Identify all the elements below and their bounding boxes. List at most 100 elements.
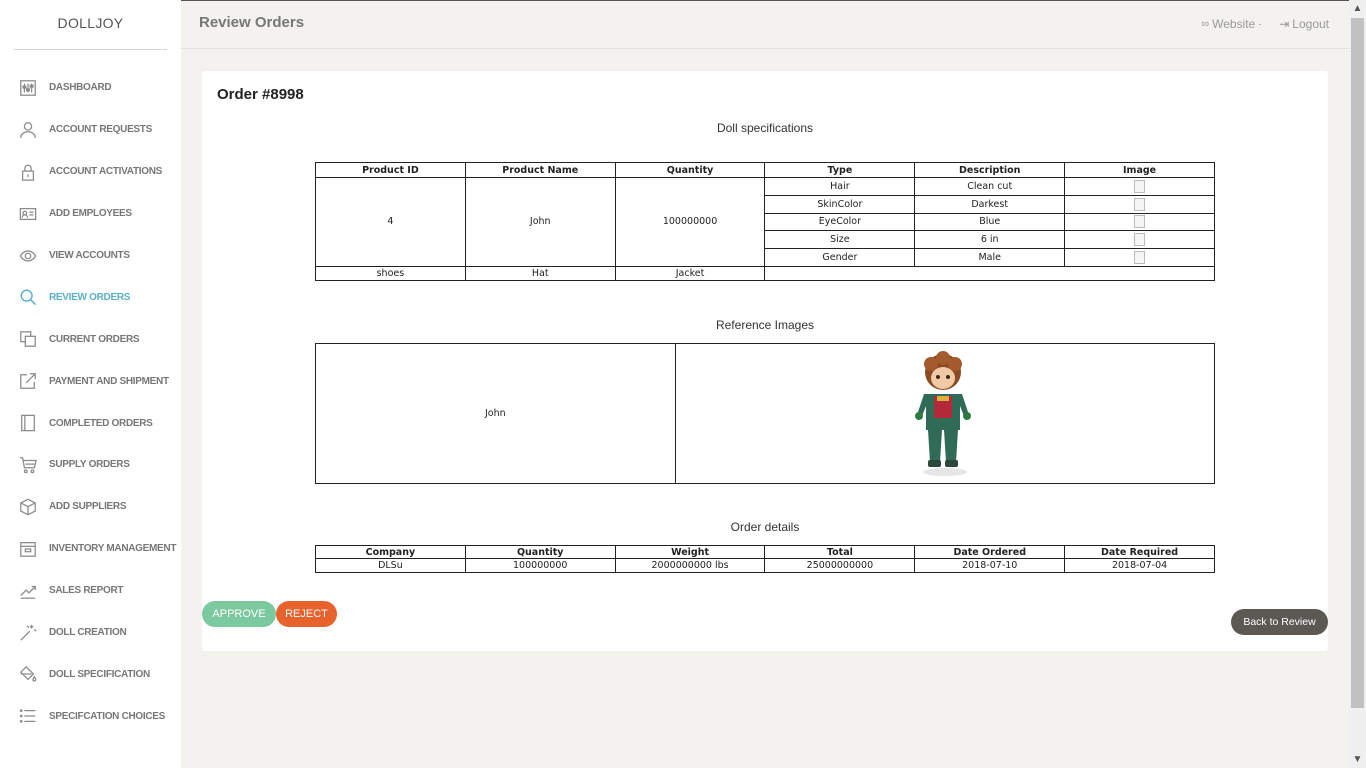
column-header: Date Ordered xyxy=(914,545,1066,559)
reference-section-title: Reference Images xyxy=(715,318,815,332)
order-card: Order #8998 Doll specifications Product … xyxy=(202,71,1328,651)
website-label: Website xyxy=(1212,17,1256,31)
column-header: Description xyxy=(914,162,1066,178)
scroll-down-arrow-icon[interactable]: ▼ xyxy=(1349,751,1366,768)
table-row: shoes Hat Jacket xyxy=(315,265,1215,281)
spec-image-cell xyxy=(1064,248,1215,267)
column-header: Weight xyxy=(614,545,766,559)
spec-description-cell: 6 in xyxy=(914,230,1066,250)
extra-item-cell: Hat xyxy=(464,265,616,281)
sidebar-item-doll-specification[interactable]: DOLL SPECIFICATION xyxy=(0,653,181,695)
sidebar-item-account-activations[interactable]: ACCOUNT ACTIVATIONS xyxy=(0,151,181,193)
spec-type-cell: SkinColor xyxy=(764,194,916,214)
broken-image-icon xyxy=(1134,197,1146,211)
sidebar-item-label: SPECIFCATION CHOICES xyxy=(49,710,166,722)
sidebar-item-label: VIEW ACCOUNTS xyxy=(49,250,130,261)
sidebar-item-sales-report[interactable]: SALES REPORT xyxy=(0,570,181,612)
copy-icon xyxy=(18,329,38,349)
details-section-title: Order details xyxy=(730,520,800,534)
sidebar-item-label: SUPPLY ORDERS xyxy=(49,459,130,471)
column-header: Image xyxy=(1064,162,1215,178)
spec-type-cell: Gender xyxy=(764,248,916,267)
sidebar: DOLLJOY DASHBOARD ACCOUNT REQUESTS ACCOU… xyxy=(0,0,192,768)
column-header: Total xyxy=(764,545,916,559)
quantity-cell: 100000000 xyxy=(614,177,766,267)
sidebar-item-dashboard[interactable]: DASHBOARD xyxy=(0,67,181,109)
sidebar-item-review-orders[interactable]: REVIEW ORDERS xyxy=(0,276,192,318)
eye-icon xyxy=(18,246,38,266)
sidebar-item-inventory-management[interactable]: INVENTORY MANAGEMENT xyxy=(0,528,181,570)
column-header: Product Name xyxy=(464,162,616,178)
spec-type-cell: Size xyxy=(764,230,916,250)
company-cell: DLSu xyxy=(315,558,466,573)
empty-cell xyxy=(764,265,1215,281)
sidebar-item-supply-orders[interactable]: SUPPLY ORDERS xyxy=(0,444,181,486)
website-link[interactable]: ∞ Website - xyxy=(1201,17,1261,31)
logout-link[interactable]: ⇥ Logout xyxy=(1279,17,1329,31)
spec-image-cell xyxy=(1064,212,1215,232)
sidebar-item-specification-choices[interactable]: SPECIFCATION CHOICES xyxy=(0,695,181,737)
extra-item-cell: Jacket xyxy=(614,265,766,281)
broken-image-icon xyxy=(1134,215,1146,229)
external-link-icon xyxy=(18,371,38,391)
sidebar-item-label: ADD SUPPLIERS xyxy=(49,501,127,513)
sidebar-item-add-employees[interactable]: ADD EMPLOYEES xyxy=(0,193,181,235)
column-header: Type xyxy=(764,162,916,178)
spec-image-cell xyxy=(1064,177,1215,196)
sidebar-item-doll-creation[interactable]: DOLL CREATION xyxy=(0,612,181,654)
doll-image xyxy=(914,350,971,476)
quantity-cell: 100000000 xyxy=(464,558,616,573)
broken-image-icon xyxy=(1134,179,1146,193)
cart-icon xyxy=(18,455,38,475)
spec-type-cell: EyeColor xyxy=(764,212,916,232)
sidebar-item-label: SALES REPORT xyxy=(49,585,124,597)
id-card-icon xyxy=(18,204,38,224)
column-header: Product ID xyxy=(315,162,466,178)
weight-cell: 2000000000 lbs xyxy=(614,558,766,573)
table-row: DLSu 100000000 2000000000 lbs 2500000000… xyxy=(315,558,1215,573)
sidebar-item-completed-orders[interactable]: COMPLETED ORDERS xyxy=(0,402,181,444)
table-row: John xyxy=(315,343,1216,484)
spec-description-cell: Clean cut xyxy=(914,177,1066,196)
sidebar-item-view-accounts[interactable]: VIEW ACCOUNTS xyxy=(0,235,181,277)
sidebar-item-label: CURRENT ORDERS xyxy=(49,333,140,345)
sidebar-item-label: PAYMENT AND SHIPMENT xyxy=(49,375,169,387)
order-details-table: Company Quantity Weight Total Date Order… xyxy=(315,545,1215,573)
sidebar-item-label: ACCOUNT REQUESTS xyxy=(49,124,152,136)
spec-description-cell: Male xyxy=(914,248,1066,267)
reference-name-cell: John xyxy=(315,343,676,484)
sidebar-item-current-orders[interactable]: CURRENT ORDERS xyxy=(0,318,181,360)
sidebar-item-payment-and-shipment[interactable]: PAYMENT AND SHIPMENT xyxy=(0,360,181,402)
dashboard-icon xyxy=(18,78,38,98)
approve-button[interactable]: APPROVE xyxy=(202,601,276,627)
spec-description-cell: Darkest xyxy=(914,194,1066,214)
total-cell: 25000000000 xyxy=(764,558,916,573)
sidebar-item-add-suppliers[interactable]: ADD SUPPLIERS xyxy=(0,486,181,528)
spec-description-cell: Blue xyxy=(914,212,1066,232)
box-icon xyxy=(18,497,38,517)
user-icon xyxy=(18,120,38,140)
book-icon xyxy=(18,413,38,433)
spec-section-title: Doll specifications xyxy=(716,121,814,135)
reject-button[interactable]: REJECT xyxy=(276,601,337,627)
sidebar-item-label: ADD EMPLOYEES xyxy=(49,208,132,220)
column-header: Quantity xyxy=(614,162,766,178)
link-icon: ∞ xyxy=(1201,18,1210,30)
magic-wand-icon xyxy=(18,623,38,643)
sidebar-nav: DASHBOARD ACCOUNT REQUESTS ACCOUNT ACTIV… xyxy=(0,67,192,737)
paint-bucket-icon xyxy=(18,664,38,684)
search-icon xyxy=(18,287,38,307)
spec-table: Product ID Product Name Quantity Type De… xyxy=(315,162,1215,281)
logout-icon: ⇥ xyxy=(1279,17,1290,31)
back-to-review-button[interactable]: Back to Review xyxy=(1231,609,1328,635)
sidebar-item-label: INVENTORY MANAGEMENT xyxy=(49,543,177,555)
scroll-thumb[interactable] xyxy=(1351,18,1364,708)
sidebar-item-account-requests[interactable]: ACCOUNT REQUESTS xyxy=(0,109,181,151)
brand-logo[interactable]: DOLLJOY xyxy=(14,0,167,50)
reference-image-cell xyxy=(674,343,1216,484)
column-header: Date Required xyxy=(1064,545,1215,559)
scroll-up-arrow-icon[interactable]: ▲ xyxy=(1349,0,1366,17)
website-caret: - xyxy=(1258,19,1262,29)
sidebar-item-label: ACCOUNT ACTIVATIONS xyxy=(49,166,162,178)
scrollbar[interactable]: ▲ ▼ xyxy=(1349,0,1366,768)
